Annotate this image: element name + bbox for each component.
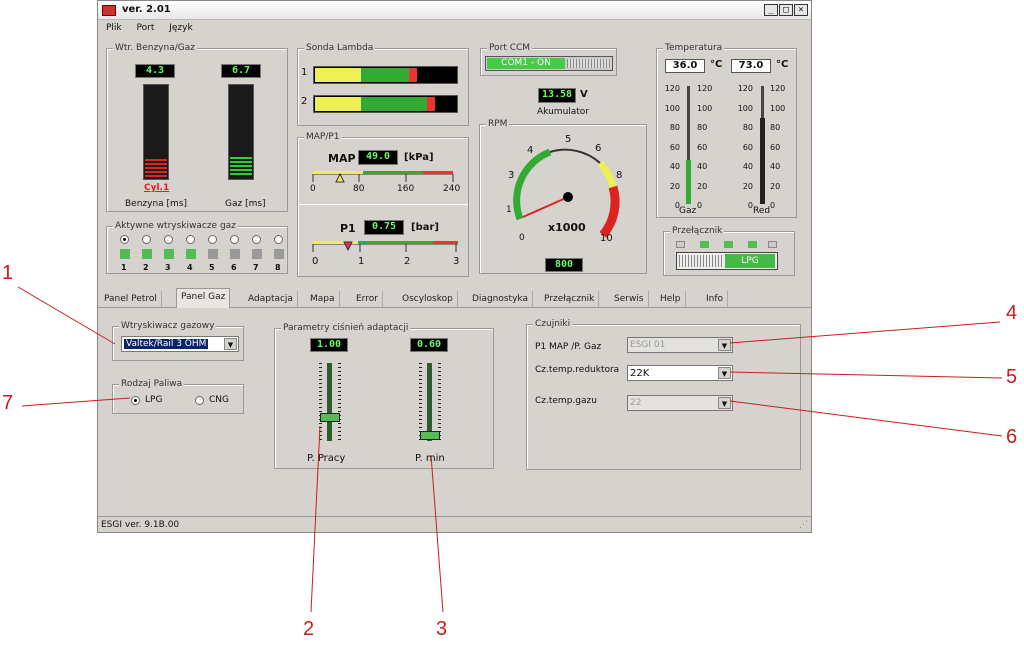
- annotation-3: 3: [436, 618, 448, 640]
- annotation-5: 5: [1006, 366, 1018, 388]
- annotation-1: 1: [2, 262, 14, 284]
- annotation-6: 6: [1006, 426, 1018, 448]
- annotation-lines: [17, 286, 1003, 613]
- annotation-7: 7: [2, 392, 14, 414]
- annotation-2: 2: [303, 618, 315, 640]
- annotation-4: 4: [1006, 302, 1018, 324]
